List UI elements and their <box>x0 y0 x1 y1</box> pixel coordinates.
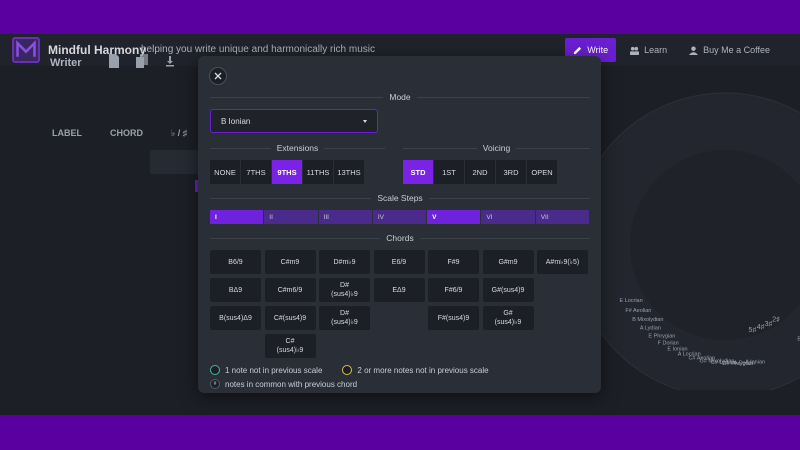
logo-icon[interactable] <box>12 37 40 63</box>
chord-button[interactable]: C# (sus4)♭9 <box>264 334 316 358</box>
download-icon[interactable] <box>164 54 176 68</box>
column-label[interactable]: LABEL <box>52 128 82 139</box>
tagline: helping you write unique and harmonicall… <box>141 44 376 55</box>
teal-circle-icon <box>210 365 220 375</box>
wheel-label[interactable]: 5♯ <box>749 327 757 334</box>
voicing-option-open[interactable]: OPEN <box>527 160 558 184</box>
scale-step-iii[interactable]: III <box>318 210 373 224</box>
chord-button[interactable]: C#(sus4)9 <box>264 306 316 330</box>
chords-section-title: Chords <box>210 233 590 243</box>
voicing-option-3rd[interactable]: 3RD <box>496 160 527 184</box>
mode-section-title: Mode <box>210 92 590 102</box>
wheel-label[interactable]: E Ionian <box>667 346 687 352</box>
writer-toolbar <box>108 54 176 68</box>
column-chord[interactable]: CHORD <box>110 128 143 139</box>
chord-button[interactable]: C#m9 <box>264 250 316 274</box>
user-icon <box>689 45 699 55</box>
legend: 1 note not in previous scale 2 or more n… <box>210 365 489 393</box>
extension-option-13ths[interactable]: 13THS <box>334 160 365 184</box>
close-icon <box>214 72 222 80</box>
students-icon <box>630 46 640 55</box>
close-button[interactable] <box>209 67 227 85</box>
legend-common: # notes in common with previous chord <box>210 379 489 389</box>
chord-button[interactable]: BΔ9 <box>210 278 261 302</box>
scale-step-i[interactable]: I <box>210 210 265 224</box>
scale-step-vii[interactable]: VII <box>535 210 590 224</box>
voicing-option-1st[interactable]: 1ST <box>434 160 465 184</box>
chord-button[interactable]: B(sus4)Δ9 <box>210 306 261 330</box>
writer-title: Writer <box>50 57 82 69</box>
extension-option-11ths[interactable]: 11THS <box>303 160 334 184</box>
nav-learn-label: Learn <box>644 45 668 55</box>
wheel-label[interactable]: A Lydian <box>640 326 661 332</box>
voicing-group: STD 1ST 2ND 3RD OPEN <box>403 160 558 184</box>
yellow-circle-icon <box>342 365 353 375</box>
chord-button[interactable]: EΔ9 <box>373 278 425 302</box>
scale-steps-bar: I II III IV V VI VII <box>210 210 590 224</box>
mode-select[interactable]: B Ionian <box>210 109 378 133</box>
wheel-label[interactable]: F# Aeolian <box>625 308 651 314</box>
extension-option-9ths[interactable]: 9THS <box>272 160 303 184</box>
scale-step-ii[interactable]: II <box>264 210 319 224</box>
extensions-group: NONE 7THS 9THS 11THS 13THS <box>210 160 365 184</box>
wheel-label[interactable]: 3♯ <box>765 321 773 328</box>
chord-button[interactable]: F#(sus4)9 <box>428 306 479 330</box>
scale-step-v[interactable]: V <box>427 210 482 224</box>
chord-button[interactable]: A#m♭9(♭5) <box>537 250 588 274</box>
wheel-label[interactable]: 4♯ <box>757 324 765 331</box>
file-icon[interactable] <box>108 54 120 68</box>
common-notes-icon: # <box>210 379 220 389</box>
chord-button[interactable]: G#(sus4)9 <box>482 278 534 302</box>
chord-button[interactable]: C#m6/9 <box>264 278 316 302</box>
chord-button[interactable]: B6/9 <box>210 250 261 274</box>
chord-button[interactable]: F#9 <box>428 250 479 274</box>
legend-one-note: 1 note not in previous scale 2 or more n… <box>210 365 489 375</box>
chord-button[interactable]: G#m9 <box>482 250 534 274</box>
nav-coffee-label: Buy Me a Coffee <box>703 45 770 55</box>
chord-button[interactable]: D# (sus4)♭9 <box>319 278 370 302</box>
extensions-section-title: Extensions <box>210 143 385 153</box>
copy-icon[interactable] <box>136 54 148 68</box>
column-accidental[interactable]: ♭ / ♯ <box>171 128 187 139</box>
wheel-label[interactable]: E Phrygian <box>648 333 675 339</box>
extension-option-none[interactable]: NONE <box>210 160 241 184</box>
wheel-label[interactable]: E Locrian <box>619 298 642 304</box>
voicing-option-2nd[interactable]: 2ND <box>465 160 496 184</box>
scale-step-vi[interactable]: VI <box>481 210 536 224</box>
mode-select-value: B Ionian <box>221 116 251 126</box>
chord-button[interactable]: E6/9 <box>373 250 425 274</box>
wheel-label[interactable]: F Dorian <box>658 340 679 346</box>
chord-button[interactable]: G# (sus4)♭9 <box>482 306 534 330</box>
wheel-label[interactable]: 2♯ <box>772 317 780 324</box>
nav-write-label: Write <box>587 45 609 55</box>
extension-option-7ths[interactable]: 7THS <box>241 160 272 184</box>
chord-modal: Mode B Ionian Extensions NONE 7THS 9THS 11T… <box>198 56 601 393</box>
pencil-icon <box>574 46 582 54</box>
chord-button[interactable]: F#6/9 <box>428 278 479 302</box>
voicing-option-std[interactable]: STD <box>403 160 434 184</box>
wheel-label[interactable]: B Mixolydian <box>632 317 663 323</box>
nav-coffee[interactable]: Buy Me a Coffee <box>681 38 778 62</box>
chevron-down-icon <box>363 119 367 123</box>
nav-learn[interactable]: Learn <box>622 38 675 62</box>
scale-step-iv[interactable]: IV <box>372 210 428 224</box>
chord-button[interactable]: D#m♭9 <box>319 250 370 274</box>
scale-steps-section-title: Scale Steps <box>210 193 590 203</box>
chord-button[interactable]: D# (sus4)♭9 <box>319 306 370 330</box>
voicing-section-title: Voicing <box>403 143 590 153</box>
